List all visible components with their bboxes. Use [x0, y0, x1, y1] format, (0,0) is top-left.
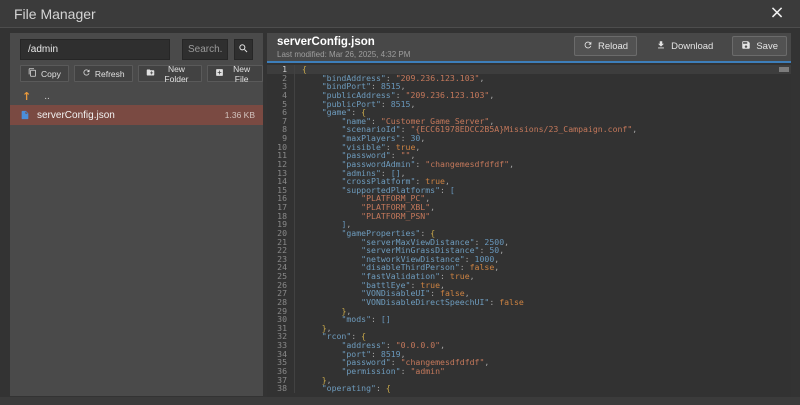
- parent-directory-label: ..: [44, 91, 50, 102]
- line-number: 5: [267, 100, 295, 109]
- path-input[interactable]: [20, 39, 170, 60]
- code-line[interactable]: 38 "operating": {: [267, 384, 791, 393]
- code-line[interactable]: 36 "permission": "admin": [267, 367, 791, 376]
- code-line[interactable]: 30 "mods": []: [267, 315, 791, 324]
- line-number: 8: [267, 125, 295, 134]
- copy-button[interactable]: Copy: [20, 65, 69, 82]
- download-label: Download: [671, 41, 713, 52]
- code-editor[interactable]: 1{2 "bindAddress": "209.236.123.103",3 "…: [267, 61, 791, 397]
- file-toolbar: Copy Refresh New Folder New File: [20, 65, 263, 82]
- line-number: 4: [267, 91, 295, 100]
- file-row-selected[interactable]: serverConfig.json 1.36 KB: [10, 105, 263, 125]
- refresh-icon: [82, 68, 91, 79]
- file-size: 1.36 KB: [225, 110, 255, 120]
- editor-panel: serverConfig.json Last modified: Mar 26,…: [267, 33, 791, 397]
- save-label: Save: [756, 41, 778, 52]
- save-icon: [741, 40, 751, 53]
- line-number: 6: [267, 108, 295, 117]
- window-header: File Manager ×: [0, 0, 800, 28]
- line-number: 3: [267, 82, 295, 91]
- new-folder-label: New Folder: [159, 64, 195, 84]
- line-number: 38: [267, 384, 295, 393]
- editor-actions: Reload Download Save: [574, 36, 787, 56]
- file-name: serverConfig.json: [37, 110, 218, 121]
- refresh-button[interactable]: Refresh: [74, 65, 133, 82]
- search-button[interactable]: [234, 39, 253, 60]
- file-browser-panel: Copy Refresh New Folder New File ↑ .. se…: [10, 33, 263, 396]
- copy-icon: [28, 68, 37, 79]
- download-button[interactable]: Download: [647, 36, 722, 56]
- parent-directory-row[interactable]: ↑ ..: [10, 88, 263, 104]
- close-button[interactable]: ×: [766, 2, 788, 24]
- reload-button[interactable]: Reload: [574, 36, 637, 56]
- new-file-label: New File: [228, 64, 255, 84]
- line-number: 2: [267, 74, 295, 83]
- refresh-label: Refresh: [95, 69, 125, 79]
- reload-icon: [583, 40, 593, 53]
- editor-header: serverConfig.json Last modified: Mar 26,…: [267, 33, 791, 61]
- line-number: 1: [267, 65, 295, 74]
- search-icon: [238, 42, 249, 57]
- new-folder-icon: [146, 68, 155, 79]
- new-file-button[interactable]: New File: [207, 65, 263, 82]
- editor-scrollbar-thumb[interactable]: [779, 67, 789, 72]
- download-icon: [656, 40, 666, 53]
- code-text: "operating": {: [295, 384, 391, 393]
- reload-label: Reload: [598, 41, 628, 52]
- new-folder-button[interactable]: New Folder: [138, 65, 203, 82]
- last-modified-label: Last modified: Mar 26, 2025, 4:32 PM: [277, 50, 410, 59]
- page-title: File Manager: [14, 6, 96, 22]
- copy-label: Copy: [41, 69, 61, 79]
- line-number: 7: [267, 117, 295, 126]
- footer-strip: [0, 397, 800, 405]
- code-lines: 1{2 "bindAddress": "209.236.123.103",3 "…: [267, 65, 791, 393]
- search-input[interactable]: [182, 39, 228, 60]
- save-button[interactable]: Save: [732, 36, 787, 56]
- editor-filename: serverConfig.json: [277, 36, 375, 48]
- new-file-icon: [215, 68, 224, 79]
- file-icon: [20, 110, 30, 120]
- up-arrow-icon: ↑: [22, 90, 31, 103]
